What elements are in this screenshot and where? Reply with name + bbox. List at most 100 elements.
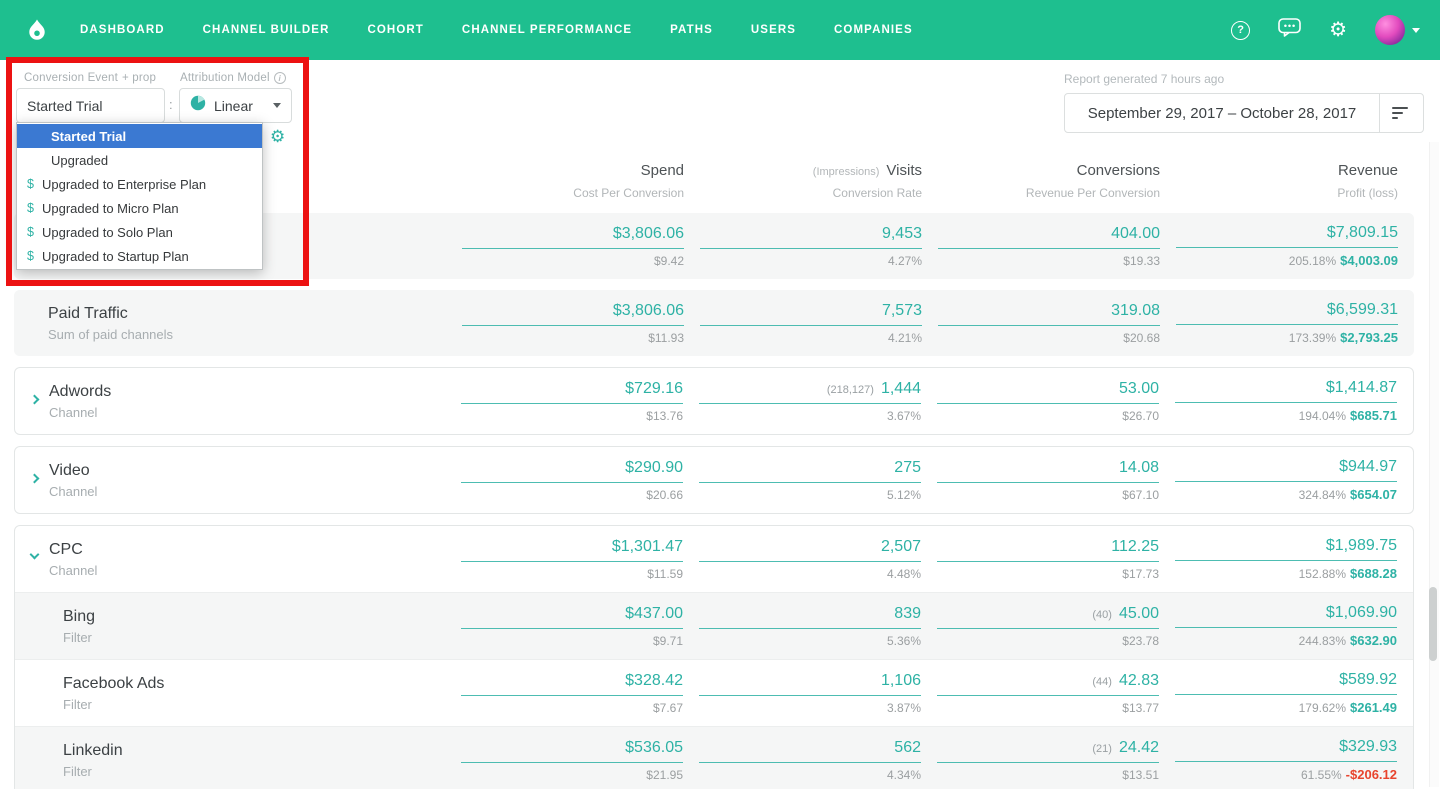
nav-item-cohort[interactable]: COHORT bbox=[367, 24, 423, 36]
revenue-per-conversion-value: $67.10 bbox=[1122, 487, 1159, 502]
table-row[interactable]: Video Channel $290.90 $20.66 275 5.12% 1… bbox=[15, 447, 1413, 513]
date-range-value[interactable]: September 29, 2017 – October 28, 2017 bbox=[1065, 105, 1379, 122]
date-range-picker: September 29, 2017 – October 28, 2017 bbox=[1064, 93, 1424, 133]
spend-value[interactable]: $1,301.47 bbox=[612, 538, 683, 556]
conversion-settings-gear-icon[interactable]: ⚙ bbox=[270, 127, 285, 147]
dropdown-option[interactable]: $ Upgraded to Enterprise Plan bbox=[17, 172, 262, 196]
attribution-logo-icon[interactable] bbox=[20, 13, 54, 47]
col-header-spend[interactable]: Spend Cost Per Conversion bbox=[462, 162, 700, 200]
visits-cell: 839 5.36% bbox=[699, 605, 937, 648]
conversions-value[interactable]: 42.83 bbox=[1119, 672, 1159, 690]
revenue-value[interactable]: $944.97 bbox=[1339, 458, 1397, 476]
scrollbar-thumb[interactable] bbox=[1429, 587, 1437, 661]
table-row[interactable]: Linkedin Filter $536.05 $21.95 562 4.34%… bbox=[15, 726, 1413, 789]
spend-cell: $437.00 $9.71 bbox=[461, 605, 699, 648]
table-row[interactable]: Adwords Channel $729.16 $13.76 (218,127)… bbox=[15, 368, 1413, 434]
dollar-icon: $ bbox=[27, 201, 34, 215]
settings-gear-icon[interactable]: ⚙ bbox=[1329, 20, 1347, 40]
col-header-conversions[interactable]: Conversions Revenue Per Conversion bbox=[938, 162, 1176, 200]
col-header-revenue[interactable]: Revenue Profit (loss) bbox=[1176, 162, 1414, 200]
visits-value[interactable]: 7,573 bbox=[882, 302, 922, 320]
profit-percent: 179.62% bbox=[1298, 701, 1346, 715]
dropdown-option[interactable]: $ Upgraded to Solo Plan bbox=[17, 220, 262, 244]
spend-cell: $1,301.47 $11.59 bbox=[461, 538, 699, 581]
visits-value[interactable]: 562 bbox=[894, 739, 921, 757]
visits-value[interactable]: 275 bbox=[894, 459, 921, 477]
visits-cell: 562 4.34% bbox=[699, 739, 937, 782]
conversions-value[interactable]: 112.25 bbox=[1111, 538, 1159, 556]
conversion-event-input[interactable] bbox=[16, 88, 165, 123]
chat-icon[interactable] bbox=[1278, 18, 1301, 42]
conversions-value[interactable]: 14.08 bbox=[1119, 459, 1159, 477]
cost-per-conversion-value: $9.71 bbox=[652, 633, 683, 648]
conversions-value[interactable]: 319.08 bbox=[1111, 302, 1160, 320]
visits-cell: 7,573 4.21% bbox=[700, 302, 938, 345]
spend-value[interactable]: $437.00 bbox=[625, 605, 683, 623]
revenue-value[interactable]: $329.93 bbox=[1339, 738, 1397, 756]
nav-item-channel-performance[interactable]: CHANNEL PERFORMANCE bbox=[462, 24, 632, 36]
nav-item-paths[interactable]: PATHS bbox=[670, 24, 713, 36]
profit-percent: 205.18% bbox=[1288, 254, 1337, 268]
profit-percent: 244.83% bbox=[1298, 634, 1346, 648]
revenue-cell: $1,414.87 194.04% $685.71 bbox=[1175, 379, 1413, 423]
conversion-rate-value: 5.36% bbox=[886, 633, 921, 648]
spend-value[interactable]: $290.90 bbox=[625, 459, 683, 477]
spend-value[interactable]: $3,806.06 bbox=[613, 302, 684, 320]
visits-value[interactable]: 9,453 bbox=[882, 225, 922, 243]
visits-value[interactable]: 1,444 bbox=[881, 380, 921, 398]
revenue-value[interactable]: $589.92 bbox=[1339, 671, 1397, 689]
visits-cell: 9,453 4.27% bbox=[700, 225, 938, 268]
col-header-visits[interactable]: (Impressions) Visits Conversion Rate bbox=[700, 162, 938, 200]
spend-cell: $328.42 $7.67 bbox=[461, 672, 699, 715]
profit-amount: $2,793.25 bbox=[1340, 330, 1398, 345]
conversions-cell: 404.00 $19.33 bbox=[938, 225, 1176, 268]
nav-item-companies[interactable]: COMPANIES bbox=[834, 24, 913, 36]
avatar[interactable] bbox=[1375, 15, 1405, 45]
profit-loss: 173.39% $2,793.25 bbox=[1176, 330, 1398, 345]
revenue-per-conversion-value: $13.51 bbox=[1122, 767, 1159, 782]
conversions-value[interactable]: 24.42 bbox=[1119, 739, 1159, 757]
conversions-cell: 53.00 $26.70 bbox=[937, 380, 1175, 423]
profit-loss: 179.62% $261.49 bbox=[1175, 700, 1397, 715]
impressions-note: (218,127) bbox=[826, 383, 874, 396]
dropdown-option[interactable]: $ Upgraded to Startup Plan bbox=[17, 244, 262, 268]
profit-loss: 244.83% $632.90 bbox=[1175, 633, 1397, 648]
revenue-cell: $589.92 179.62% $261.49 bbox=[1175, 671, 1413, 715]
spend-value[interactable]: $328.42 bbox=[625, 672, 683, 690]
spend-value[interactable]: $729.16 bbox=[625, 380, 683, 398]
conversions-value[interactable]: 404.00 bbox=[1111, 225, 1160, 243]
spend-value[interactable]: $3,806.06 bbox=[613, 225, 684, 243]
revenue-value[interactable]: $1,414.87 bbox=[1326, 379, 1397, 397]
info-icon[interactable]: i bbox=[273, 72, 286, 84]
table-row[interactable]: CPC Channel $1,301.47 $11.59 2,507 4.48%… bbox=[15, 526, 1413, 592]
dropdown-option[interactable]: Started Trial bbox=[17, 124, 262, 148]
scrollbar-track[interactable] bbox=[1429, 142, 1439, 787]
revenue-value[interactable]: $7,809.15 bbox=[1327, 224, 1398, 242]
revenue-per-conversion-value: $13.77 bbox=[1122, 700, 1159, 715]
table-row[interactable]: Paid Traffic Sum of paid channels $3,806… bbox=[14, 290, 1414, 356]
revenue-value[interactable]: $6,599.31 bbox=[1327, 301, 1398, 319]
nav-menu: DASHBOARD CHANNEL BUILDER COHORT CHANNEL PE… bbox=[80, 24, 951, 36]
attribution-model-select[interactable]: Linear bbox=[179, 88, 292, 123]
spend-value[interactable]: $536.05 bbox=[625, 739, 683, 757]
profit-loss: 324.84% $654.07 bbox=[1175, 487, 1397, 502]
visits-value[interactable]: 2,507 bbox=[881, 538, 921, 556]
revenue-value[interactable]: $1,069.90 bbox=[1326, 604, 1397, 622]
add-prop-button[interactable]: + prop bbox=[122, 72, 156, 84]
table-row[interactable]: Facebook Ads Filter $328.42 $7.67 1,106 … bbox=[15, 659, 1413, 726]
nav-item-users[interactable]: USERS bbox=[751, 24, 796, 36]
user-menu[interactable] bbox=[1375, 15, 1420, 45]
conversions-value[interactable]: 45.00 bbox=[1119, 605, 1159, 623]
conversions-value[interactable]: 53.00 bbox=[1119, 380, 1159, 398]
nav-item-channel-builder[interactable]: CHANNEL BUILDER bbox=[203, 24, 330, 36]
revenue-value[interactable]: $1,989.75 bbox=[1326, 537, 1397, 555]
chevron-down-icon bbox=[273, 103, 281, 108]
visits-value[interactable]: 1,106 bbox=[881, 672, 921, 690]
sort-filter-button[interactable] bbox=[1380, 107, 1423, 119]
visits-value[interactable]: 839 bbox=[894, 605, 921, 623]
table-row[interactable]: Bing Filter $437.00 $9.71 839 5.36% (40)… bbox=[15, 592, 1413, 659]
dropdown-option[interactable]: $ Upgraded to Micro Plan bbox=[17, 196, 262, 220]
help-icon[interactable]: ? bbox=[1231, 20, 1251, 40]
nav-item-dashboard[interactable]: DASHBOARD bbox=[80, 24, 165, 36]
dropdown-option[interactable]: Upgraded bbox=[17, 148, 262, 172]
